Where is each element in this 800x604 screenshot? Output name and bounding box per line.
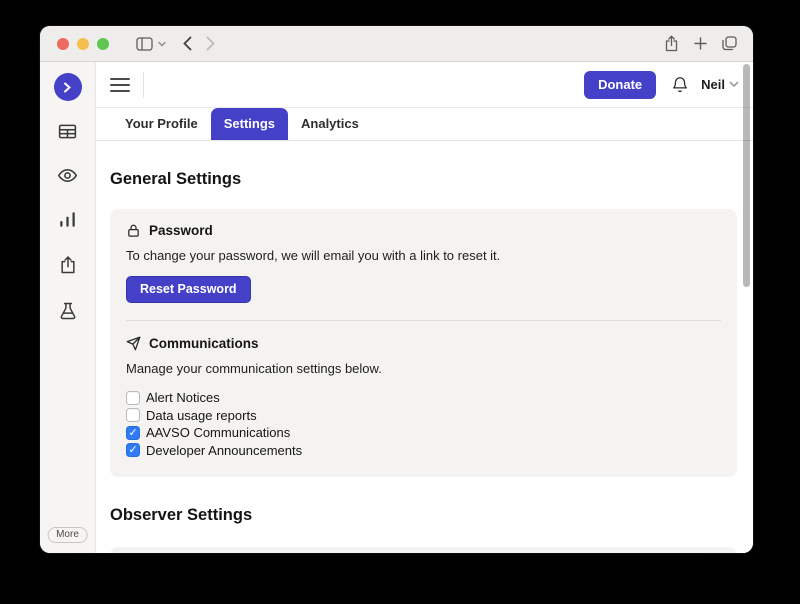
checkbox-row-aavso-communications[interactable]: AAVSO Communications [126,424,721,442]
checkbox [126,426,140,440]
table-icon[interactable] [57,120,79,142]
window-titlebar [40,26,753,62]
bar-chart-icon[interactable] [57,208,79,230]
lock-icon [126,223,141,238]
more-button[interactable]: More [47,527,88,543]
notifications-bell-icon[interactable] [671,75,689,94]
checkbox-row-developer-announcements[interactable]: Developer Announcements [126,442,721,460]
eye-icon[interactable] [57,164,79,186]
donate-button[interactable]: Donate [584,71,656,99]
observer-settings-heading: Observer Settings [110,506,737,525]
user-name: Neil [701,77,725,92]
chevron-down-icon[interactable] [158,41,166,47]
share-upload-icon[interactable] [57,254,79,276]
zoom-window-button[interactable] [97,38,109,50]
browser-window: More Donate Neil [40,26,753,553]
send-icon [126,336,141,351]
scrollbar-thumb[interactable] [743,64,750,287]
forward-icon[interactable] [206,36,215,51]
password-section-title: Password [149,223,213,238]
traffic-lights [57,38,109,50]
header-divider [143,72,144,98]
tab-overview-icon[interactable] [722,36,737,51]
hamburger-menu-icon[interactable] [110,78,130,92]
profile-tabs: Your Profile Settings Analytics [96,108,753,141]
chevron-down-icon [729,81,739,88]
card-divider [126,320,721,321]
flask-icon[interactable] [57,300,79,322]
observer-settings-card: Observer Code [110,547,737,553]
tab-your-profile[interactable]: Your Profile [112,108,211,140]
reset-password-button[interactable]: Reset Password [126,276,251,303]
checkbox [126,408,140,422]
checkbox [126,391,140,405]
expand-rail-button[interactable] [54,73,82,101]
app-rail: More [40,62,96,553]
new-tab-icon[interactable] [694,37,707,50]
back-icon[interactable] [183,36,192,51]
chevron-right-icon [63,82,72,93]
user-menu[interactable]: Neil [701,77,739,92]
communications-description: Manage your communication settings below… [126,361,721,376]
share-icon[interactable] [664,35,679,52]
tab-analytics[interactable]: Analytics [288,108,372,140]
communications-section-title: Communications [149,336,259,351]
close-window-button[interactable] [57,38,69,50]
tab-settings[interactable]: Settings [211,108,288,140]
settings-content: General Settings Password To change your… [96,141,753,553]
minimize-window-button[interactable] [77,38,89,50]
general-settings-card: Password To change your password, we wil… [110,209,737,477]
app-header: Donate Neil [96,62,753,108]
checkbox [126,443,140,457]
password-description: To change your password, we will email y… [126,248,721,263]
communication-options: Alert Notices Data usage reports AAVSO C… [126,389,721,459]
checkbox-row-data-usage-reports[interactable]: Data usage reports [126,407,721,425]
general-settings-heading: General Settings [110,170,737,189]
checkbox-row-alert-notices[interactable]: Alert Notices [126,389,721,407]
sidebar-toggle-icon[interactable] [136,37,153,51]
